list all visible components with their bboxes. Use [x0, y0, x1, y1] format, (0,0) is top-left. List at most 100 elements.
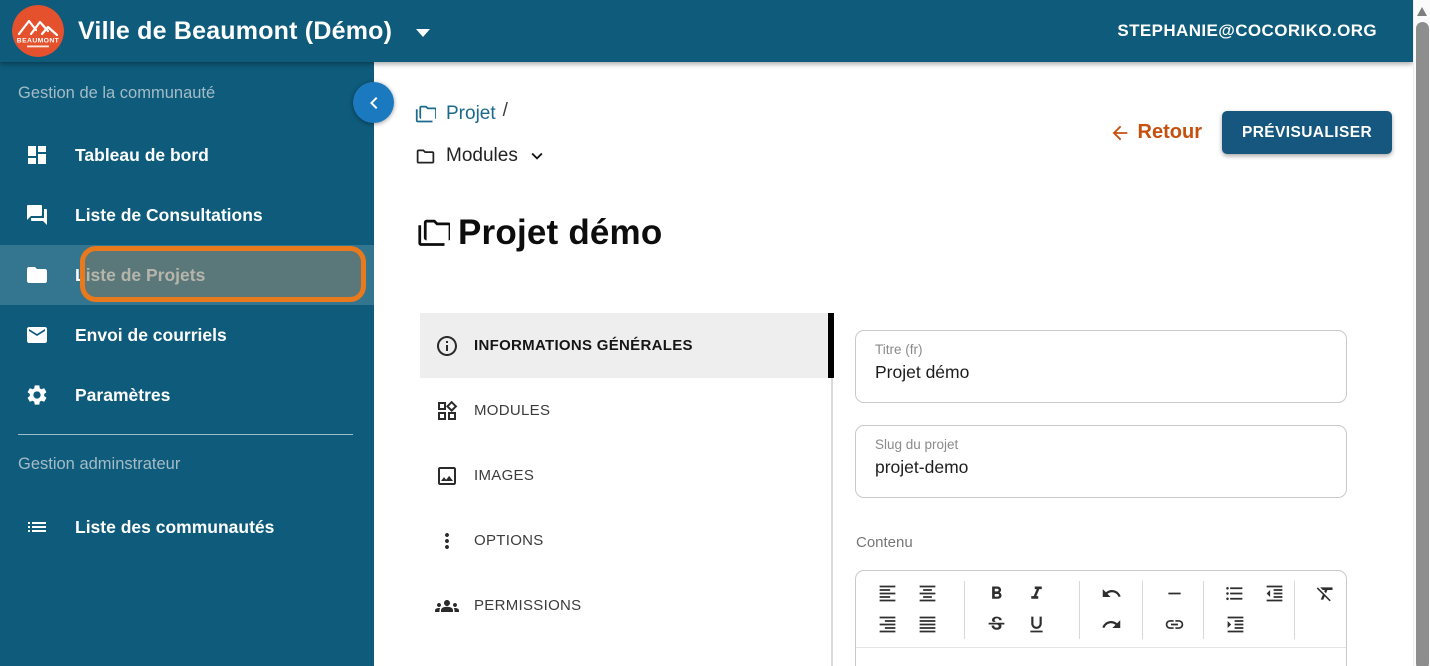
app-header: BEAUMONT Ville de Beaumont (Démo) STEPHA…: [0, 0, 1413, 62]
main-content: Projet / Modules Retour PRÉVISUALISER Pr…: [374, 62, 1413, 666]
bold-button[interactable]: [976, 578, 1016, 609]
link-icon: [1165, 620, 1183, 629]
align-left-button[interactable]: [867, 578, 907, 609]
sidebar-item-label: Liste de Consultations: [75, 204, 263, 225]
clear-group: [1295, 578, 1345, 647]
folder-icon: [27, 267, 47, 283]
sidebar-section-community: Gestion de la communauté: [18, 84, 216, 102]
sidebar-item-label: Paramètres: [75, 384, 171, 405]
indent-increase-button[interactable]: [1215, 609, 1255, 640]
email-icon: [27, 327, 47, 343]
bold-icon: [991, 586, 1002, 599]
top-actions: Retour PRÉVISUALISER: [1109, 111, 1392, 154]
folder-copy-icon: [418, 219, 450, 246]
user-email[interactable]: STEPHANIE@COCORIKO.ORG: [1117, 21, 1377, 41]
back-link[interactable]: Retour: [1109, 121, 1202, 144]
back-label: Retour: [1137, 121, 1202, 143]
align-center-button[interactable]: [907, 578, 947, 609]
breadcrumb-modules-dropdown[interactable]: Modules: [415, 142, 548, 170]
chevron-left-icon: [369, 96, 377, 109]
slug-input-value: projet-demo: [875, 457, 969, 477]
sidebar-collapse-button[interactable]: [353, 82, 394, 123]
align-justify-button[interactable]: [907, 609, 947, 640]
breadcrumb-level1: Projet: [446, 103, 496, 124]
title-input-label: Titre (fr): [875, 342, 923, 357]
align-right-button[interactable]: [867, 609, 907, 640]
settings-icon: [27, 385, 47, 405]
sidebar-item-liste-des-communautes[interactable]: Liste des communautés: [0, 497, 374, 557]
underline-button[interactable]: [1016, 609, 1056, 640]
tab-images[interactable]: IMAGES: [420, 443, 833, 508]
community-logo: BEAUMONT: [12, 5, 64, 57]
align-group: [856, 578, 964, 647]
tab-permissions[interactable]: PERMISSIONS: [420, 573, 833, 638]
title-input-value: Projet démo: [875, 362, 970, 382]
image-icon: [438, 466, 456, 485]
scrollbar-thumb[interactable]: [1416, 22, 1429, 666]
redo-icon: [1101, 620, 1120, 628]
sidebar: Gestion de la communauté Tableau de bord…: [0, 62, 374, 666]
arrow-back-icon: [1112, 125, 1127, 140]
tab-label: MODULES: [474, 402, 551, 419]
tab-label: IMAGES: [474, 467, 535, 484]
text-style-group: [965, 578, 1079, 647]
title-input[interactable]: Titre (fr) Projet démo: [855, 330, 1347, 403]
click-highlight-annotation: [80, 246, 366, 302]
format-clear-icon: [1316, 587, 1333, 602]
widgets-icon: [438, 400, 458, 420]
sidebar-item-liste-de-consultations[interactable]: Liste de Consultations: [0, 185, 374, 245]
slug-input[interactable]: Slug du projet projet-demo: [855, 425, 1347, 498]
sidebar-nav-admin: Liste des communautés: [0, 497, 374, 557]
italic-icon: [1030, 586, 1042, 599]
sidebar-item-tableau-de-bord[interactable]: Tableau de bord: [0, 125, 374, 185]
page-title: Projet démo: [458, 213, 663, 252]
sidebar-item-label: Envoi de courriels: [75, 324, 227, 345]
bulleted-list-icon: [1226, 586, 1243, 601]
editor-content-area[interactable]: [856, 648, 1346, 666]
indent-increase-icon: [1227, 616, 1243, 633]
forum-icon: [27, 205, 47, 225]
sidebar-item-parametres[interactable]: Paramètres: [0, 365, 374, 425]
align-justify-icon: [919, 616, 935, 633]
logo-text: BEAUMONT: [17, 38, 60, 45]
undo-button[interactable]: [1091, 578, 1131, 609]
dashboard-icon: [28, 146, 46, 164]
info-icon: [437, 335, 457, 356]
preview-button[interactable]: PRÉVISUALISER: [1222, 111, 1392, 154]
breadcrumb-separator: /: [502, 100, 508, 121]
format-clear-button[interactable]: [1306, 578, 1345, 609]
align-right-icon: [879, 616, 895, 633]
tab-options[interactable]: OPTIONS: [420, 508, 833, 573]
tab-label: OPTIONS: [474, 532, 544, 549]
undo-icon: [1102, 589, 1121, 597]
link-button[interactable]: [1154, 609, 1194, 640]
strikethrough-button[interactable]: [976, 609, 1016, 640]
settings-tabs: INFORMATIONS GÉNÉRALES MODULES IMAGES OP…: [420, 313, 834, 666]
redo-button[interactable]: [1091, 609, 1131, 640]
strikethrough-icon: [988, 616, 1004, 630]
tab-informations-generales[interactable]: INFORMATIONS GÉNÉRALES: [420, 313, 834, 378]
folder-outline-icon: [416, 149, 435, 163]
horizontal-rule-icon: [1167, 592, 1181, 595]
italic-button[interactable]: [1016, 578, 1056, 609]
tab-modules[interactable]: MODULES: [420, 378, 833, 443]
breadcrumb-level2: Modules: [446, 145, 518, 166]
indent-decrease-icon: [1266, 585, 1283, 602]
sidebar-section-admin: Gestion adminstrateur: [18, 455, 181, 473]
underline-icon: [1029, 616, 1043, 633]
chevron-down-icon: [531, 152, 543, 160]
page-title-row: Projet démo: [417, 213, 662, 253]
page-scrollbar[interactable]: [1413, 0, 1430, 666]
scroll-up-arrow-icon[interactable]: [1417, 7, 1427, 16]
horizontal-rule-button[interactable]: [1154, 578, 1194, 609]
breadcrumb-projet-link[interactable]: Projet /: [415, 100, 548, 128]
indent-decrease-button[interactable]: [1255, 578, 1295, 609]
sidebar-item-envoi-de-courriels[interactable]: Envoi de courriels: [0, 305, 374, 365]
bulleted-list-button[interactable]: [1215, 578, 1255, 609]
slug-input-label: Slug du projet: [875, 437, 959, 452]
community-name: Ville de Beaumont (Démo): [78, 16, 393, 45]
community-switcher[interactable]: Ville de Beaumont (Démo): [78, 16, 431, 46]
folder-copy-icon: [415, 105, 436, 122]
rich-text-editor: [855, 570, 1347, 666]
editor-toolbar: [856, 571, 1346, 648]
